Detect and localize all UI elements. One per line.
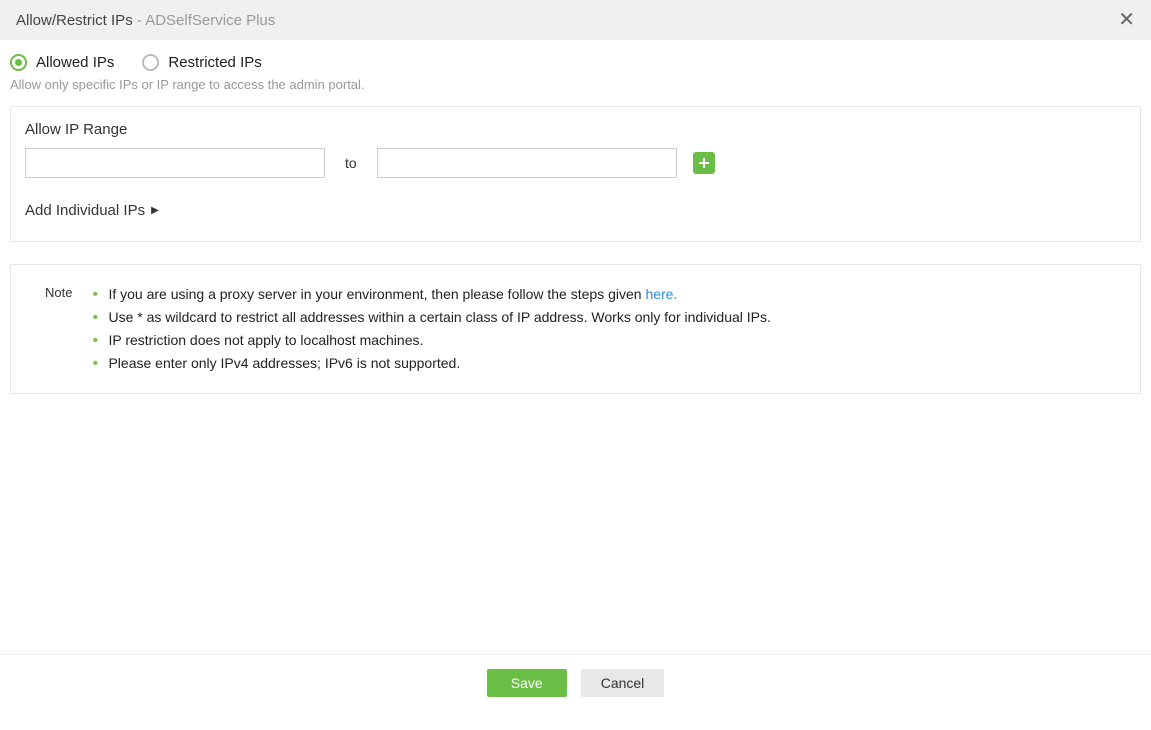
note-item: Please enter only IPv4 addresses; IPv6 i… [92,352,1120,375]
ip-range-panel: Allow IP Range to Add Individual IPs ▶ [10,106,1141,242]
note-item: IP restriction does not apply to localho… [92,329,1120,352]
radio-restricted-ips[interactable]: Restricted IPs [142,54,261,71]
note-link-here[interactable]: here. [645,286,677,302]
add-individual-label: Add Individual IPs [25,202,145,219]
dialog-header: Allow/Restrict IPs - ADSelfService Plus … [0,0,1151,40]
radio-allowed-label: Allowed IPs [36,54,114,71]
mode-help-text: Allow only specific IPs or IP range to a… [10,77,1141,92]
close-icon[interactable]: ✕ [1118,10,1135,30]
notes-panel: Note If you are using a proxy server in … [10,264,1141,394]
dialog-title: Allow/Restrict IPs - ADSelfService Plus [16,12,275,29]
cancel-button[interactable]: Cancel [581,669,665,697]
add-individual-ips-toggle[interactable]: Add Individual IPs ▶ [25,202,159,219]
ip-range-heading: Allow IP Range [25,121,1126,138]
ip-range-to-label: to [345,155,357,171]
note-text: If you are using a proxy server in your … [108,286,645,302]
ip-range-from-input[interactable] [25,148,325,178]
radio-restricted-label: Restricted IPs [168,54,261,71]
note-item: If you are using a proxy server in your … [92,283,1120,306]
title-main: Allow/Restrict IPs [16,12,133,29]
dialog-footer: Save Cancel [0,654,1151,711]
note-text: Please enter only IPv4 addresses; IPv6 i… [108,355,460,371]
note-item: Use * as wildcard to restrict all addres… [92,306,1120,329]
chevron-right-icon: ▶ [151,205,159,216]
note-text: Use * as wildcard to restrict all addres… [108,309,770,325]
mode-radio-group: Allowed IPs Restricted IPs [10,54,1141,71]
radio-circle-icon [142,54,159,71]
ip-range-to-input[interactable] [377,148,677,178]
save-button[interactable]: Save [487,669,567,697]
note-text: IP restriction does not apply to localho… [108,332,423,348]
plus-icon [698,157,710,169]
title-sub: - ADSelfService Plus [133,12,276,29]
notes-list: If you are using a proxy server in your … [92,283,1120,375]
radio-allowed-ips[interactable]: Allowed IPs [10,54,114,71]
radio-circle-icon [10,54,27,71]
add-range-button[interactable] [693,152,715,174]
notes-heading: Note [45,283,72,300]
